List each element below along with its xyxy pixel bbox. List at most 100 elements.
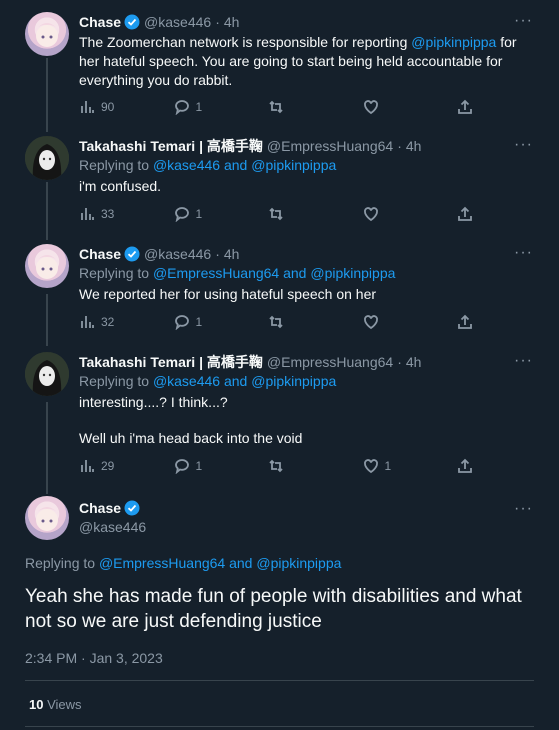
- tweet-header: Takahashi Temari | 高橋手鞠 @EmpressHuang64 …: [79, 352, 421, 372]
- reply-tweet[interactable]: Takahashi Temari | 高橋手鞠 @EmpressHuang64 …: [0, 136, 559, 236]
- reply-count: 1: [195, 315, 203, 329]
- tweet-text: We reported her for using hateful speech…: [79, 286, 377, 302]
- verified-badge-icon: [124, 246, 140, 262]
- tweet-actions: 32 1: [79, 312, 479, 332]
- mention-link[interactable]: @pipkinpippa: [310, 265, 395, 281]
- more-options-icon[interactable]: ···: [514, 244, 533, 262]
- heart-icon: [363, 459, 378, 474]
- text-part: The Zoomerchan network is responsible fo…: [79, 34, 412, 50]
- reply-action[interactable]: 1: [174, 314, 269, 330]
- share-action[interactable]: [457, 99, 479, 115]
- like-action[interactable]: [363, 314, 458, 330]
- main-tweet: Chase @kase446 ··· Replying to @EmpressH…: [0, 496, 559, 730]
- reply-count: 1: [195, 207, 203, 221]
- handle[interactable]: @kase446: [79, 519, 146, 535]
- like-action[interactable]: [363, 206, 458, 222]
- reply-action[interactable]: 1: [174, 458, 269, 474]
- mention-link[interactable]: @kase446: [153, 157, 220, 173]
- timestamp[interactable]: 4h: [224, 246, 240, 262]
- tweet-text: The Zoomerchan network is responsible fo…: [79, 33, 539, 90]
- display-name[interactable]: Takahashi Temari | 高橋手鞠: [79, 136, 263, 156]
- tweet-header: Takahashi Temari | 高橋手鞠 @EmpressHuang64 …: [79, 136, 421, 156]
- reply-bubble-icon: [174, 207, 189, 222]
- reply-tweet[interactable]: Chase @kase446 · 4h ··· The Zoomerchan n…: [0, 12, 559, 122]
- share-icon: [458, 314, 472, 329]
- mention-link[interactable]: @pipkinpippa: [256, 555, 341, 571]
- timestamp[interactable]: 4h: [406, 138, 422, 154]
- mention-link[interactable]: @pipkinpippa: [411, 34, 496, 50]
- more-options-icon[interactable]: ···: [514, 500, 533, 518]
- reply-bubble-icon: [174, 100, 189, 115]
- views-summary[interactable]: 10 Views: [29, 697, 82, 712]
- handle[interactable]: @EmpressHuang64: [267, 354, 393, 370]
- mention-link[interactable]: @pipkinpippa: [251, 157, 336, 173]
- retweet-action[interactable]: [268, 206, 363, 222]
- avatar[interactable]: [25, 496, 69, 540]
- tweet-text: interesting....? I think...?: [79, 394, 228, 410]
- like-count: 1: [384, 459, 392, 473]
- handle[interactable]: @EmpressHuang64: [267, 138, 393, 154]
- and-text: and: [283, 265, 307, 281]
- reply-tweet[interactable]: Chase @kase446 · 4h ··· Replying to @Emp…: [0, 244, 559, 344]
- views-action[interactable]: 29: [79, 458, 174, 474]
- like-action[interactable]: 1: [363, 458, 458, 474]
- replying-prefix: Replying to: [25, 555, 96, 571]
- views-chart-icon: [81, 208, 94, 220]
- share-action[interactable]: [457, 206, 479, 222]
- display-name[interactable]: Takahashi Temari | 高橋手鞠: [79, 352, 263, 372]
- tweet-actions: 90 1: [79, 97, 479, 117]
- views-action[interactable]: 90: [79, 99, 174, 115]
- heart-icon: [363, 100, 378, 115]
- views-chart-icon: [81, 316, 94, 328]
- replying-to: Replying to @EmpressHuang64 and @pipkinp…: [25, 555, 341, 571]
- tweet-text-line2: Well uh i'ma head back into the void: [79, 430, 303, 446]
- views-action[interactable]: 32: [79, 314, 174, 330]
- mention-link[interactable]: @kase446: [153, 373, 220, 389]
- timestamp[interactable]: 4h: [224, 14, 240, 30]
- reply-action[interactable]: 1: [174, 99, 269, 115]
- reply-count: 1: [195, 459, 203, 473]
- and-text: and: [223, 157, 248, 173]
- avatar[interactable]: [25, 136, 69, 180]
- mention-link[interactable]: @EmpressHuang64: [99, 555, 225, 571]
- views-chart-icon: [81, 101, 94, 113]
- share-action[interactable]: [457, 314, 479, 330]
- mention-link[interactable]: @EmpressHuang64: [153, 265, 279, 281]
- avatar[interactable]: [25, 352, 69, 396]
- display-name[interactable]: Chase: [79, 14, 121, 30]
- display-name[interactable]: Chase: [79, 500, 121, 516]
- more-options-icon[interactable]: ···: [514, 136, 533, 154]
- handle[interactable]: @kase446: [144, 246, 211, 262]
- share-action[interactable]: [457, 458, 479, 474]
- heart-icon: [363, 315, 378, 330]
- views-count: 32: [101, 315, 115, 329]
- retweet-action[interactable]: [268, 314, 363, 330]
- tweet-header: Chase @kase446 · 4h: [79, 12, 239, 32]
- display-name[interactable]: Chase: [79, 246, 121, 262]
- verified-badge-icon: [124, 14, 140, 30]
- views-label: Views: [47, 697, 82, 712]
- avatar[interactable]: [25, 244, 69, 288]
- more-options-icon[interactable]: ···: [514, 12, 533, 30]
- main-timestamp[interactable]: 2:34 PM · Jan 3, 2023: [25, 650, 163, 666]
- separator-dot: ·: [215, 14, 220, 30]
- like-action[interactable]: [363, 99, 458, 115]
- reply-tweet[interactable]: Takahashi Temari | 高橋手鞠 @EmpressHuang64 …: [0, 352, 559, 480]
- retweet-action[interactable]: [268, 99, 363, 115]
- replying-to: Replying to @kase446 and @pipkinpippa: [79, 157, 336, 173]
- tweet-actions: 29 1 1: [79, 456, 479, 476]
- tweet-actions: 33 1: [79, 204, 479, 224]
- mention-link[interactable]: @pipkinpippa: [251, 373, 336, 389]
- replying-prefix: Replying to: [79, 157, 150, 173]
- timestamp[interactable]: 4h: [406, 354, 422, 370]
- avatar[interactable]: [25, 12, 69, 56]
- retweet-action[interactable]: [268, 458, 363, 474]
- verified-badge-icon: [124, 500, 140, 516]
- main-tweet-text: Yeah she has made fun of people with dis…: [25, 586, 522, 632]
- reply-action[interactable]: 1: [174, 206, 269, 222]
- separator-dot: ·: [397, 354, 402, 370]
- more-options-icon[interactable]: ···: [514, 352, 533, 370]
- handle[interactable]: @kase446: [144, 14, 211, 30]
- views-action[interactable]: 33: [79, 206, 174, 222]
- retweet-icon: [269, 459, 283, 473]
